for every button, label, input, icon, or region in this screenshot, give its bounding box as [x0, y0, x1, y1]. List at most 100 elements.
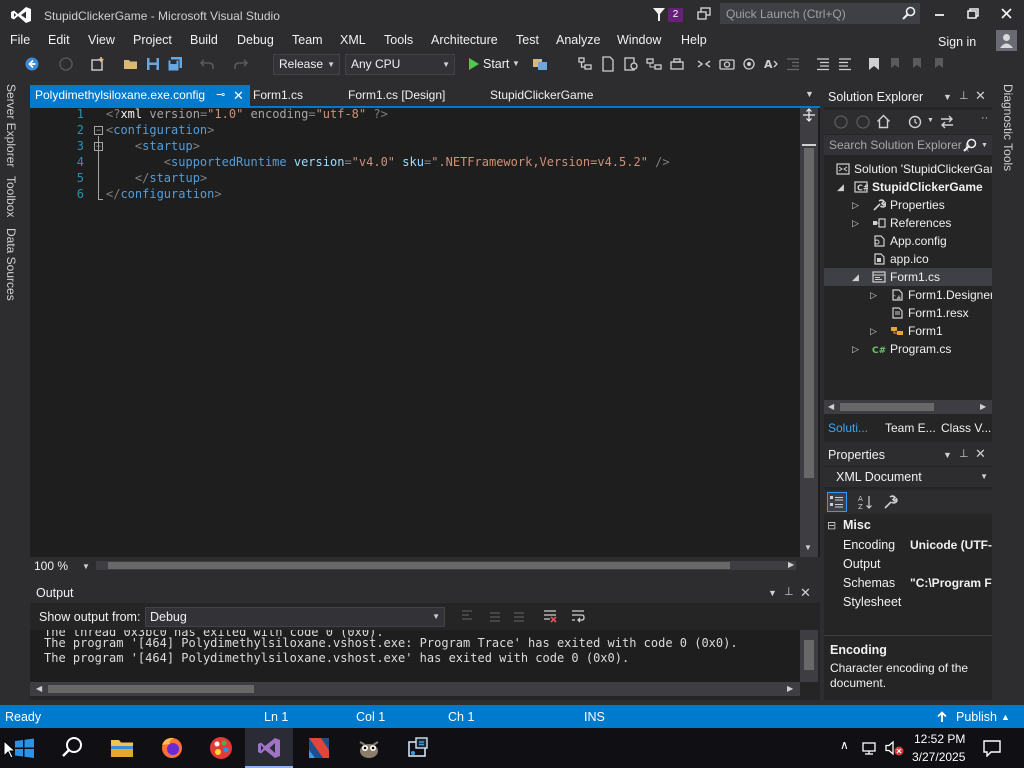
publish-menu-icon[interactable]: ▲	[1001, 712, 1010, 722]
tab-form1-design[interactable]: Form1.cs [Design]	[343, 85, 463, 106]
menu-architecture[interactable]: Architecture	[431, 33, 498, 47]
file-explorer-button[interactable]	[98, 728, 146, 768]
save-all-icon[interactable]	[167, 56, 183, 72]
menu-file[interactable]: File	[10, 33, 30, 47]
menu-team[interactable]: Team	[292, 33, 323, 47]
code-line-6[interactable]: </configuration>	[106, 187, 222, 201]
menu-view[interactable]: View	[88, 33, 115, 47]
close-pane-icon[interactable]: ✕	[800, 585, 811, 601]
sign-in-link[interactable]: Sign in	[938, 35, 976, 49]
redo-icon[interactable]	[233, 56, 249, 72]
new-project-icon[interactable]	[90, 56, 106, 72]
solution-horizontal-thumb[interactable]	[840, 403, 934, 411]
property-name-schemas[interactable]: Schemas	[843, 576, 895, 590]
tree-item-form1-designer[interactable]: C# Form1.Designer.cs	[890, 286, 992, 304]
notifications-icon[interactable]	[982, 739, 1002, 757]
clear-all-icon[interactable]	[542, 608, 558, 624]
close-pane-icon[interactable]: ✕	[975, 446, 986, 462]
tab-solution-explorer[interactable]: Soluti...	[824, 418, 880, 438]
tree-item-properties[interactable]: Properties	[872, 196, 945, 214]
menu-help[interactable]: Help	[681, 33, 707, 47]
minimize-icon[interactable]	[925, 4, 955, 24]
xml-schema-icon[interactable]	[696, 56, 712, 72]
pin-icon[interactable]: ⊸	[216, 85, 225, 106]
scroll-right-arrow-icon[interactable]: ▶	[980, 402, 986, 411]
publish-arrow-up-icon[interactable]	[936, 711, 948, 723]
clear-bookmarks-icon[interactable]	[932, 56, 948, 72]
search-taskbar-button[interactable]	[48, 728, 96, 768]
toolbox-icon[interactable]	[669, 56, 685, 72]
expanded-arrow-icon[interactable]: ◢	[837, 182, 844, 193]
collapsed-arrow-icon[interactable]: ▷	[852, 344, 859, 355]
close-icon[interactable]	[992, 4, 1022, 24]
fold-collapse-icon[interactable]: −	[94, 126, 103, 135]
uncomment-icon[interactable]	[837, 56, 853, 72]
next-message-icon[interactable]	[512, 609, 526, 623]
home-icon[interactable]	[876, 114, 891, 129]
zoom-level[interactable]: 100 %	[34, 559, 68, 573]
publish-button[interactable]: Publish	[956, 710, 997, 724]
format-text-icon[interactable]: A	[763, 56, 779, 72]
document-icon[interactable]	[600, 56, 616, 72]
show-hidden-icons-icon[interactable]: ∧	[840, 738, 849, 752]
collapsed-arrow-icon[interactable]: ▷	[852, 200, 859, 211]
editor-horizontal-thumb[interactable]	[108, 562, 730, 569]
find-in-files-icon[interactable]	[623, 56, 639, 72]
previous-bookmark-icon[interactable]	[888, 56, 904, 72]
xslt-icon[interactable]	[719, 56, 735, 72]
more-options-icon[interactable]: ··	[981, 112, 988, 124]
open-folder-icon[interactable]	[123, 56, 139, 72]
toolbox-tab[interactable]: Toolbox	[4, 176, 18, 217]
app-installer-button[interactable]	[394, 728, 442, 768]
collapsed-arrow-icon[interactable]: ▷	[870, 290, 877, 301]
previous-message-icon[interactable]	[488, 609, 502, 623]
scroll-right-arrow-icon[interactable]: ▶	[787, 684, 793, 693]
menu-window[interactable]: Window	[617, 33, 661, 47]
scroll-left-arrow-icon[interactable]: ◀	[828, 402, 834, 411]
paint-button[interactable]	[197, 728, 245, 768]
back-icon[interactable]	[834, 115, 848, 129]
tree-item-project[interactable]: C# StupidClickerGame	[854, 178, 983, 196]
tab-overflow-dropdown-icon[interactable]: ▼	[805, 89, 814, 99]
start-button-label[interactable]: Start	[483, 57, 509, 71]
property-value-schemas[interactable]: "C:\Program Files	[910, 576, 992, 590]
diagnostic-tools-tab[interactable]: Diagnostic Tools	[1001, 84, 1015, 171]
start-dropdown-arrow[interactable]: ▼	[512, 59, 520, 68]
menu-debug[interactable]: Debug	[237, 33, 274, 47]
account-icon[interactable]	[996, 30, 1017, 51]
save-icon[interactable]	[145, 56, 161, 72]
categorized-icon[interactable]	[827, 492, 847, 512]
zoom-dropdown-icon[interactable]: ▼	[82, 562, 90, 571]
bookmark-icon[interactable]	[866, 56, 882, 72]
tree-item-form1-class[interactable]: Form1	[890, 322, 943, 340]
expanded-arrow-icon[interactable]: ◢	[852, 272, 859, 283]
tree-item-app-config[interactable]: App.config	[872, 232, 947, 250]
browser-link-icon[interactable]	[532, 56, 548, 72]
code-line-1[interactable]: <?xml version="1.0" encoding="utf-8" ?>	[106, 107, 388, 121]
tree-item-app-ico[interactable]: app.ico	[872, 250, 929, 268]
quick-launch-input[interactable]	[721, 4, 919, 23]
properties-object-dropdown[interactable]: XML Document ▼	[824, 467, 992, 487]
alphabetical-icon[interactable]: AZ	[858, 494, 874, 510]
network-icon[interactable]	[861, 740, 879, 756]
search-icon[interactable]	[963, 138, 977, 152]
close-tab-icon[interactable]: ✕	[233, 85, 244, 106]
menu-test[interactable]: Test	[516, 33, 539, 47]
taskbar-clock-date[interactable]: 3/27/2025	[912, 750, 965, 764]
tree-item-solution[interactable]: Solution 'StupidClickerGame' (1 project)	[836, 160, 992, 178]
property-name-stylesheet[interactable]: Stylesheet	[843, 595, 901, 609]
property-name-encoding[interactable]: Encoding	[843, 538, 895, 552]
output-scroll-thumb[interactable]	[804, 640, 814, 670]
visual-studio-taskbar-button[interactable]	[245, 728, 293, 768]
pane-menu-dropdown-icon[interactable]: ▼	[768, 588, 777, 598]
property-pages-icon[interactable]	[882, 494, 898, 510]
xml-debug-icon[interactable]	[741, 56, 757, 72]
navigate-forward-icon[interactable]	[58, 56, 74, 72]
gimp-button[interactable]	[345, 728, 393, 768]
sync-with-document-icon[interactable]	[939, 114, 955, 130]
solution-view-icon[interactable]	[577, 56, 593, 72]
property-name-output[interactable]: Output	[843, 557, 881, 571]
menu-build[interactable]: Build	[190, 33, 218, 47]
code-line-3[interactable]: <startup>	[106, 139, 200, 153]
pin-icon[interactable]: ⊥	[959, 447, 969, 460]
